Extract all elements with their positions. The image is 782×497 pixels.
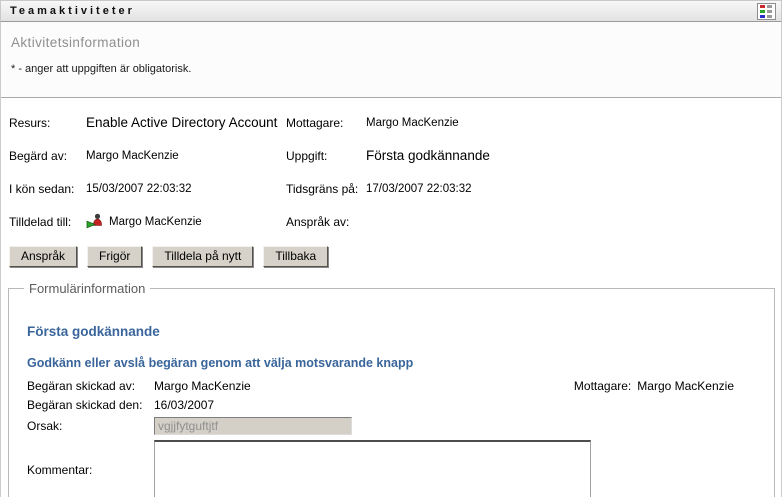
assigned-to-value-group: Margo MacKenzie <box>86 213 286 230</box>
back-button[interactable]: Tillbaka <box>263 246 329 267</box>
sent-on-label: Begäran skickad den: <box>27 398 143 412</box>
task-value: Första godkännande <box>366 148 490 163</box>
release-button[interactable]: Frigör <box>87 246 143 267</box>
resource-value: Enable Active Directory Account <box>86 115 278 130</box>
sent-by-value: Margo MacKenzie <box>154 379 251 393</box>
form-instruction: Godkänn eller avslå begäran genom att vä… <box>27 356 414 370</box>
requested-by-value: Margo MacKenzie <box>86 149 179 162</box>
comment-textarea[interactable] <box>154 440 591 497</box>
required-field-note: * - anger att uppgiften är obligatorisk. <box>11 63 192 75</box>
activity-detail-fields: Resurs: Enable Active Directory Account … <box>1 98 781 238</box>
content-area: Aktivitetsinformation * - anger att uppg… <box>0 22 782 497</box>
reason-label: Orsak: <box>27 419 63 433</box>
grid-palette-icon <box>760 4 772 18</box>
reason-input[interactable] <box>154 417 352 435</box>
in-queue-label: I kön sedan: <box>9 181 75 196</box>
form-title: Första godkännande <box>27 324 160 339</box>
window-title: Teamaktiviteter <box>10 5 135 17</box>
claimed-by-label: Anspråk av: <box>286 214 350 229</box>
activity-info-panel: Aktivitetsinformation * - anger att uppg… <box>1 22 781 98</box>
form-recipient-label: Mottagare: <box>573 379 632 393</box>
assigned-to-value: Margo MacKenzie <box>109 215 202 228</box>
in-queue-value: 15/03/2007 22:03:32 <box>86 182 192 195</box>
comment-label: Kommentar: <box>27 463 93 477</box>
form-information-legend: Formulärinformation <box>29 281 146 296</box>
form-information-fieldset: Formulärinformation Första godkännande G… <box>8 281 775 497</box>
panel-heading: Aktivitetsinformation <box>11 35 141 50</box>
reassign-button[interactable]: Tilldela på nytt <box>152 246 254 267</box>
resource-label: Resurs: <box>9 115 51 130</box>
assigned-to-label: Tilldelad till: <box>9 214 72 229</box>
sent-on-value: 16/03/2007 <box>154 398 215 412</box>
sent-by-label: Begäran skickad av: <box>27 379 136 393</box>
claim-button[interactable]: Anspråk <box>9 246 78 267</box>
recipient-label: Mottagare: <box>286 115 344 130</box>
action-button-row: Anspråk Frigör Tilldela på nytt Tillbaka <box>1 238 781 277</box>
task-label: Uppgift: <box>286 148 328 163</box>
requested-by-label: Begärd av: <box>9 148 68 163</box>
form-recipient-value: Margo MacKenzie <box>637 379 734 393</box>
user-with-green-arrow-icon <box>86 213 102 229</box>
deadline-label: Tidsgräns på: <box>286 181 359 196</box>
recipient-value: Margo MacKenzie <box>366 116 459 129</box>
form-recipient-group: Mottagare: Margo MacKenzie <box>574 379 734 393</box>
window-titlebar: Teamaktiviteter <box>0 0 782 22</box>
sent-on-row: Begäran skickad den: 16/03/2007 <box>27 398 764 412</box>
reason-row: Orsak: <box>27 417 764 435</box>
team-activities-window: Teamaktiviteter Aktivitetsinformation * … <box>0 0 782 497</box>
deadline-value: 17/03/2007 22:03:32 <box>366 182 472 195</box>
comment-row: Kommentar: <box>27 440 764 497</box>
sent-by-row: Begäran skickad av: Margo MacKenzie Mott… <box>27 379 764 393</box>
portlet-options-button[interactable] <box>757 2 776 20</box>
